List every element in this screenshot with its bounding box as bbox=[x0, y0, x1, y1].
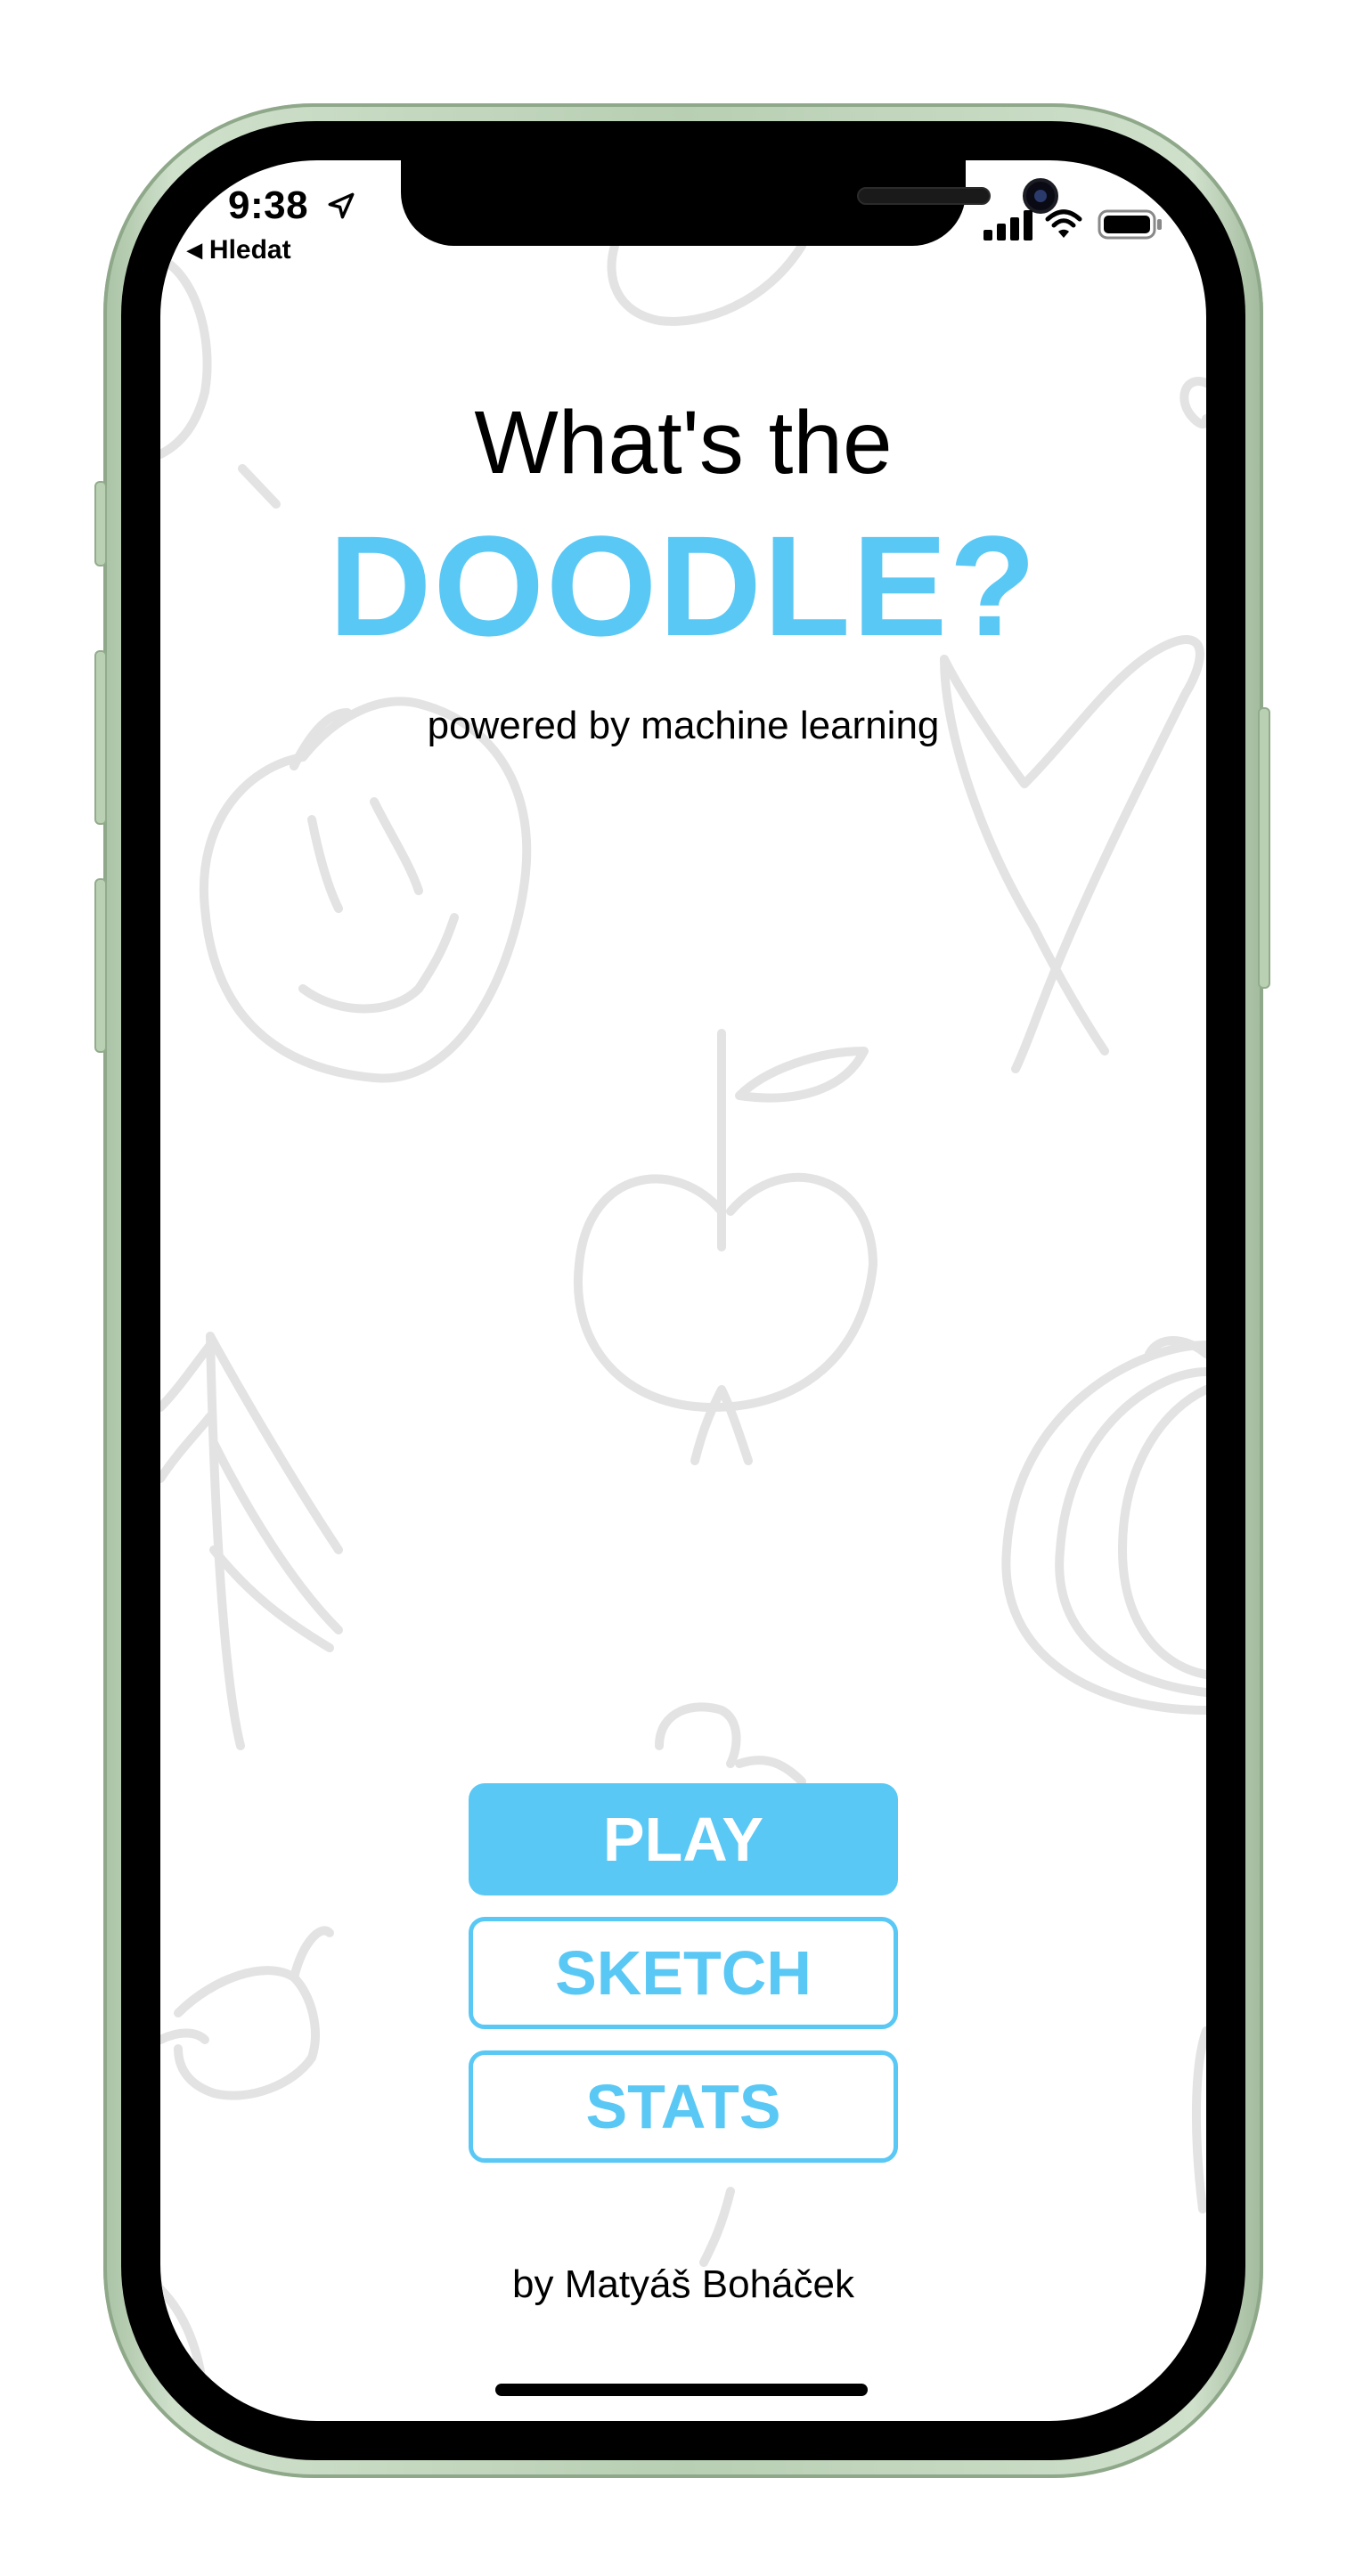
apple-doodle bbox=[573, 1029, 877, 1465]
back-triangle-icon: ◀ bbox=[187, 239, 202, 261]
back-to-search-link[interactable]: ◀ Hledat bbox=[187, 235, 291, 265]
plant-doodle bbox=[160, 1332, 343, 1750]
partial-doodle-bottom-right bbox=[1191, 2026, 1206, 2213]
side-button-silent bbox=[94, 481, 107, 567]
battery-icon bbox=[1098, 209, 1162, 240]
back-label: Hledat bbox=[208, 235, 291, 265]
title-line-1: What's the bbox=[474, 393, 893, 493]
side-button-volume-up bbox=[94, 650, 107, 825]
speaker-grille bbox=[857, 187, 991, 205]
smiley-doodle bbox=[199, 697, 532, 1083]
partial-doodle-bottom-left bbox=[160, 2285, 209, 2421]
subtitle: powered by machine learning bbox=[427, 704, 940, 747]
app-screen: 9:38 ◀ Hledat What's the DOODLE? powered… bbox=[160, 160, 1206, 2421]
home-indicator[interactable] bbox=[495, 2384, 868, 2396]
location-arrow-icon bbox=[328, 192, 355, 219]
wifi-icon bbox=[1045, 209, 1082, 238]
cellular-signal-icon bbox=[983, 210, 1032, 240]
status-time: 9:38 bbox=[228, 183, 309, 227]
stats-button[interactable]: STATS bbox=[469, 2050, 898, 2163]
device-mockup: 9:38 ◀ Hledat What's the DOODLE? powered… bbox=[0, 0, 1363, 2576]
pumpkin-doodle bbox=[1001, 1336, 1206, 1715]
notch bbox=[401, 160, 1058, 246]
play-button[interactable]: PLAY bbox=[469, 1783, 898, 1895]
partial-doodle-top-center bbox=[607, 241, 806, 326]
creature-doodle bbox=[160, 1926, 334, 2100]
author-credit: by Matyáš Boháček bbox=[512, 2262, 854, 2306]
sketch-button[interactable]: SKETCH bbox=[469, 1917, 898, 2029]
side-button-volume-down bbox=[94, 878, 107, 1053]
title-doodle: DOODLE? bbox=[328, 506, 1039, 665]
side-button-power bbox=[1258, 707, 1270, 989]
